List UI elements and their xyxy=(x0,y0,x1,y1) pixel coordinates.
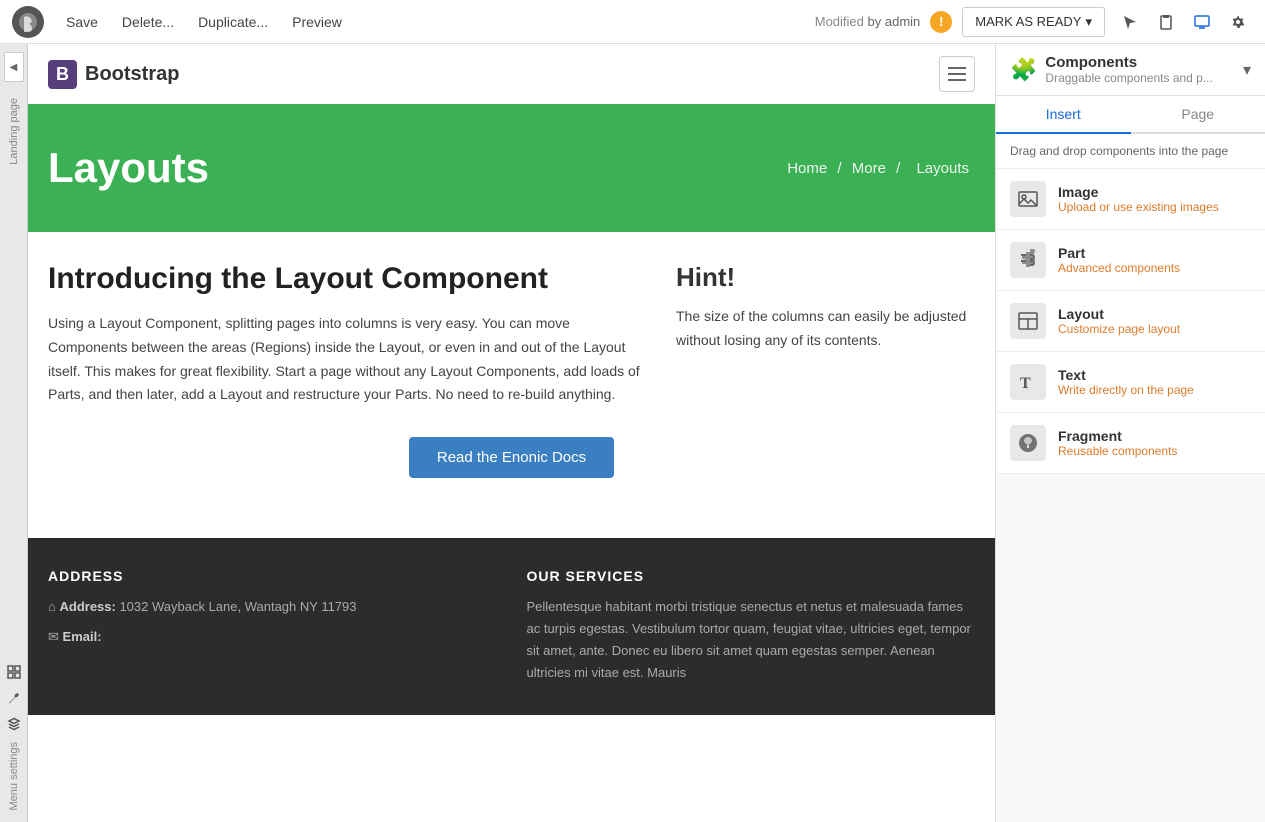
part-component-icon xyxy=(1010,242,1046,278)
mark-as-ready-button[interactable]: MARK AS READY ▾ xyxy=(962,7,1105,37)
hamburger-line xyxy=(948,79,966,81)
right-panel-tabs: Insert Page xyxy=(996,96,1265,134)
tab-page[interactable]: Page xyxy=(1131,96,1265,132)
component-item-image[interactable]: Image Upload or use existing images xyxy=(996,169,1265,230)
component-item-text[interactable]: T Text Write directly on the page xyxy=(996,352,1265,413)
breadcrumb-home[interactable]: Home xyxy=(787,160,827,177)
read-docs-button[interactable]: Read the Enonic Docs xyxy=(409,437,614,478)
page-hero: Layouts Home / More / Layouts xyxy=(28,104,995,232)
hero-title: Layouts xyxy=(48,144,209,192)
component-item-layout[interactable]: Layout Customize page layout xyxy=(996,291,1265,352)
page-navbar: B Bootstrap xyxy=(28,44,995,104)
clipboard-icon[interactable] xyxy=(1151,7,1181,37)
tab-insert[interactable]: Insert xyxy=(996,96,1131,134)
bootstrap-logo-box: B xyxy=(48,60,77,89)
dropdown-arrow-icon: ▾ xyxy=(1085,14,1092,30)
wrench-icon[interactable] xyxy=(2,686,26,710)
hint-title: Hint! xyxy=(676,262,975,293)
right-panel-hint: Drag and drop components into the page xyxy=(996,134,1265,169)
layout-component-title: Layout xyxy=(1058,306,1180,322)
preview-button[interactable]: Preview xyxy=(282,8,352,36)
text-component-title: Text xyxy=(1058,367,1194,383)
page-footer: ADDRESS ⌂ Address: 1032 Wayback Lane, Wa… xyxy=(28,538,995,714)
footer-services-col: OUR SERVICES Pellentesque habitant morbi… xyxy=(527,568,976,684)
layout-component-subtitle: Customize page layout xyxy=(1058,322,1180,336)
hero-breadcrumb: Home / More / Layouts xyxy=(787,160,975,177)
delete-button[interactable]: Delete... xyxy=(112,8,184,36)
breadcrumb-more[interactable]: More xyxy=(852,160,886,177)
breadcrumb-current: Layouts xyxy=(916,160,969,177)
nav-hamburger-button[interactable] xyxy=(939,56,975,92)
page-body: Introducing the Layout Component Using a… xyxy=(28,232,995,538)
right-panel-subtitle: Draggable components and p... xyxy=(1045,71,1212,85)
address-icon: ⌂ xyxy=(48,599,56,614)
duplicate-button[interactable]: Duplicate... xyxy=(188,8,278,36)
left-label-landing: Landing page xyxy=(6,94,22,169)
left-sidebar: ◀ Landing page Menu settings xyxy=(0,44,28,822)
components-puzzle-icon: 🧩 xyxy=(1010,57,1037,83)
svg-text:T: T xyxy=(1020,375,1031,392)
left-toggle-button[interactable]: ◀ xyxy=(4,52,24,82)
settings-icon[interactable] xyxy=(1223,7,1253,37)
main-content: B Bootstrap Layouts Home / More / Layout… xyxy=(28,44,995,822)
footer-address-col: ADDRESS ⌂ Address: 1032 Wayback Lane, Wa… xyxy=(48,568,497,684)
grid-icon[interactable] xyxy=(2,660,26,684)
footer-email-text: ✉ Email: xyxy=(48,626,497,648)
main-text-column: Introducing the Layout Component Using a… xyxy=(48,262,646,407)
image-component-subtitle: Upload or use existing images xyxy=(1058,200,1219,214)
component-item-part[interactable]: Part Advanced components xyxy=(996,230,1265,291)
left-label-menu: Menu settings xyxy=(6,738,22,814)
hamburger-line xyxy=(948,67,966,69)
footer-address-text: ⌂ Address: 1032 Wayback Lane, Wantagh NY… xyxy=(48,596,497,618)
image-component-title: Image xyxy=(1058,184,1219,200)
bootstrap-logo-text: Bootstrap xyxy=(85,63,179,86)
app-logo xyxy=(12,6,44,38)
layout-component-icon xyxy=(1010,303,1046,339)
right-panel-title: Components xyxy=(1045,54,1212,71)
cursor-icon[interactable] xyxy=(1115,7,1145,37)
footer-services-title: OUR SERVICES xyxy=(527,568,976,584)
warning-icon: ! xyxy=(930,11,952,33)
part-component-subtitle: Advanced components xyxy=(1058,261,1180,275)
intro-title: Introducing the Layout Component xyxy=(48,262,646,296)
topbar: Save Delete... Duplicate... Preview Modi… xyxy=(0,0,1265,44)
text-component-icon: T xyxy=(1010,364,1046,400)
monitor-icon[interactable] xyxy=(1187,7,1217,37)
email-icon: ✉ xyxy=(48,629,59,644)
modified-text: Modified by admin xyxy=(815,14,921,29)
text-component-subtitle: Write directly on the page xyxy=(1058,383,1194,397)
footer-services-text: Pellentesque habitant morbi tristique se… xyxy=(527,596,976,684)
footer-address-title: ADDRESS xyxy=(48,568,497,584)
hint-text: The size of the columns can easily be ad… xyxy=(676,305,975,353)
right-panel-header: 🧩 Components Draggable components and p.… xyxy=(996,44,1265,96)
fragment-component-title: Fragment xyxy=(1058,428,1177,444)
fragment-component-icon xyxy=(1010,425,1046,461)
part-component-title: Part xyxy=(1058,245,1180,261)
address-label: Address: xyxy=(59,599,115,614)
component-item-fragment[interactable]: Fragment Reusable components xyxy=(996,413,1265,474)
components-list: Image Upload or use existing images Part… xyxy=(996,169,1265,822)
right-panel-collapse-button[interactable]: ▾ xyxy=(1243,60,1251,80)
image-component-icon xyxy=(1010,181,1046,217)
fragment-component-subtitle: Reusable components xyxy=(1058,444,1177,458)
intro-text: Using a Layout Component, splitting page… xyxy=(48,312,646,407)
hamburger-line xyxy=(948,73,966,75)
right-panel: 🧩 Components Draggable components and p.… xyxy=(995,44,1265,822)
save-button[interactable]: Save xyxy=(56,8,108,36)
bootstrap-logo: B Bootstrap xyxy=(48,60,179,89)
aside-column: Hint! The size of the columns can easily… xyxy=(676,262,975,407)
email-label: Email: xyxy=(63,629,102,644)
stack-icon[interactable] xyxy=(2,712,26,736)
